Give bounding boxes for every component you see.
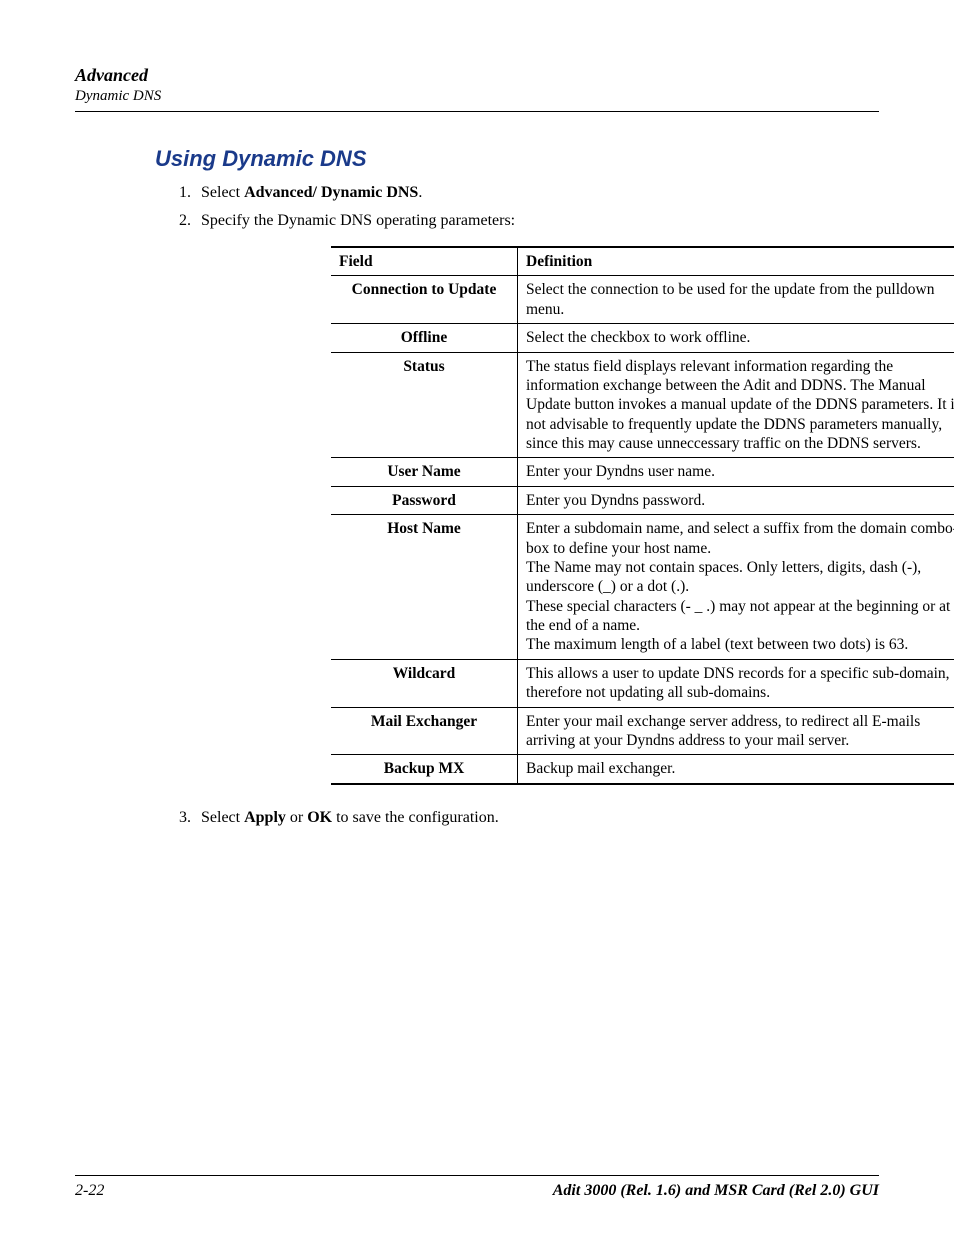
field-wildcard: Wildcard (331, 659, 518, 707)
field-user-name: User Name (331, 458, 518, 486)
step-1: Select Advanced/ Dynamic DNS. (195, 184, 879, 202)
field-mail-exchanger: Mail Exchanger (331, 707, 518, 755)
step-1-bold: Advanced/ Dynamic DNS (244, 184, 418, 201)
def-mail-exchanger: Enter your mail exchange server address,… (518, 707, 954, 755)
step-3-text-mid: or (286, 809, 307, 826)
def-host-name-p3: These special characters (- _ .) may not… (526, 597, 954, 636)
def-connection-to-update: Select the connection to be used for the… (518, 276, 954, 324)
page-number: 2-22 (75, 1182, 104, 1200)
step-2-text: Specify the Dynamic DNS operating parame… (201, 212, 515, 229)
footer-text: Adit 3000 (Rel. 1.6) and MSR Card (Rel 2… (553, 1182, 879, 1200)
step-3-bold2: OK (307, 809, 332, 826)
step-3-text-suffix: to save the configuration. (332, 809, 499, 826)
page-footer: 2-22 Adit 3000 (Rel. 1.6) and MSR Card (… (75, 1175, 879, 1200)
table-row: Host Name Enter a subdomain name, and se… (331, 515, 954, 660)
def-host-name-p1: Enter a subdomain name, and select a suf… (526, 519, 954, 558)
table-row: Wildcard This allows a user to update DN… (331, 659, 954, 707)
section-title: Using Dynamic DNS (155, 146, 879, 172)
field-host-name: Host Name (331, 515, 518, 660)
table-row: Status The status field displays relevan… (331, 352, 954, 458)
def-offline: Select the checkbox to work offline. (518, 324, 954, 352)
def-host-name-p2: The Name may not contain spaces. Only le… (526, 558, 954, 597)
def-backup-mx: Backup mail exchanger. (518, 755, 954, 784)
table-row: Password Enter you Dyndns password. (331, 486, 954, 514)
col-field: Field (331, 247, 518, 276)
field-connection-to-update: Connection to Update (331, 276, 518, 324)
page: Advanced Dynamic DNS Using Dynamic DNS S… (0, 0, 954, 1235)
table-row: User Name Enter your Dyndns user name. (331, 458, 954, 486)
def-host-name-p4: The maximum length of a label (text betw… (526, 635, 954, 654)
step-3-text-prefix: Select (201, 809, 244, 826)
step-3: Select Apply or OK to save the configura… (195, 809, 879, 827)
step-1-text-suffix: . (418, 184, 422, 201)
definitions-table: Field Definition Connection to Update Se… (331, 246, 954, 785)
steps-list: Select Advanced/ Dynamic DNS. Specify th… (195, 184, 879, 827)
def-password: Enter you Dyndns password. (518, 486, 954, 514)
step-2: Specify the Dynamic DNS operating parame… (195, 212, 879, 785)
field-status: Status (331, 352, 518, 458)
header-chapter: Advanced (75, 65, 879, 86)
step-3-bold1: Apply (244, 809, 286, 826)
def-status: The status field displays relevant infor… (518, 352, 954, 458)
field-offline: Offline (331, 324, 518, 352)
table-row: Offline Select the checkbox to work offl… (331, 324, 954, 352)
def-wildcard: This allows a user to update DNS records… (518, 659, 954, 707)
def-host-name: Enter a subdomain name, and select a suf… (518, 515, 954, 660)
def-user-name: Enter your Dyndns user name. (518, 458, 954, 486)
step-1-text-prefix: Select (201, 184, 244, 201)
field-password: Password (331, 486, 518, 514)
header-section: Dynamic DNS (75, 88, 879, 112)
table-row: Connection to Update Select the connecti… (331, 276, 954, 324)
field-backup-mx: Backup MX (331, 755, 518, 784)
table-row: Backup MX Backup mail exchanger. (331, 755, 954, 784)
table-header-row: Field Definition (331, 247, 954, 276)
col-definition: Definition (518, 247, 954, 276)
table-row: Mail Exchanger Enter your mail exchange … (331, 707, 954, 755)
